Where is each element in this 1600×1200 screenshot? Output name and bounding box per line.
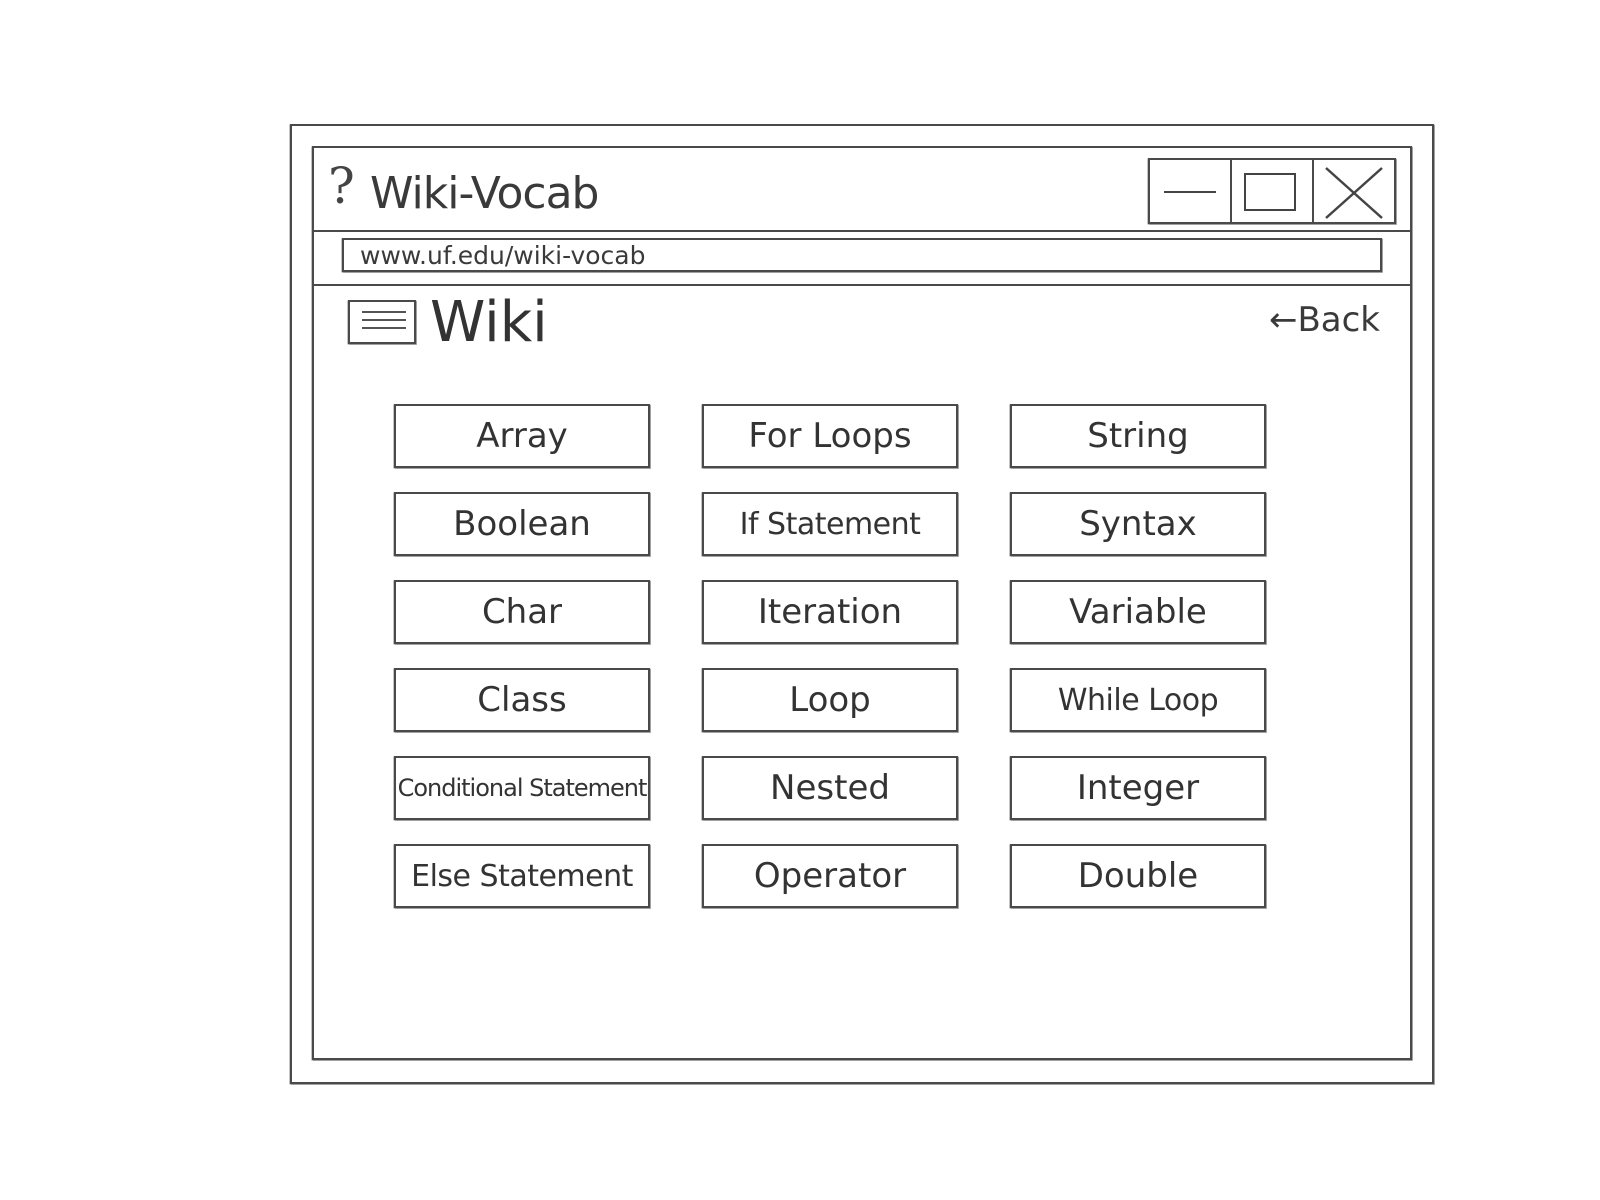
vocab-button-integer[interactable]: Integer — [1010, 756, 1266, 820]
address-bar[interactable]: www.uf.edu/wiki-vocab — [342, 238, 1382, 272]
menu-line — [362, 311, 406, 313]
close-button[interactable] — [1312, 160, 1394, 222]
page-title: Wiki — [430, 290, 548, 355]
minimize-button[interactable] — [1150, 160, 1230, 222]
browser-window: ? Wiki-Vocab www.uf.edu/wiki-vocab Wiki … — [312, 146, 1412, 1060]
maximize-button[interactable] — [1230, 160, 1312, 222]
title-bar: ? Wiki-Vocab — [314, 148, 1410, 232]
vocab-button-else-statement[interactable]: Else Statement — [394, 844, 650, 908]
minimize-icon — [1164, 191, 1216, 193]
window-title: Wiki-Vocab — [370, 168, 599, 219]
vocab-button-if-statement[interactable]: If Statement — [702, 492, 958, 556]
window-controls — [1148, 158, 1396, 224]
question-mark-icon[interactable]: ? — [328, 156, 355, 216]
vocab-button-class[interactable]: Class — [394, 668, 650, 732]
vocab-button-for-loops[interactable]: For Loops — [702, 404, 958, 468]
vocab-button-boolean[interactable]: Boolean — [394, 492, 650, 556]
menu-line — [362, 319, 406, 321]
vocab-grid: Array For Loops String Boolean If Statem… — [394, 404, 1266, 908]
url-text: www.uf.edu/wiki-vocab — [360, 241, 646, 270]
vocab-button-iteration[interactable]: Iteration — [702, 580, 958, 644]
maximize-icon — [1244, 173, 1296, 211]
vocab-button-array[interactable]: Array — [394, 404, 650, 468]
vocab-button-loop[interactable]: Loop — [702, 668, 958, 732]
back-link[interactable]: ←Back — [1269, 298, 1380, 342]
vocab-button-double[interactable]: Double — [1010, 844, 1266, 908]
hamburger-menu-icon[interactable] — [348, 300, 416, 344]
vocab-button-while-loop[interactable]: While Loop — [1010, 668, 1266, 732]
vocab-button-syntax[interactable]: Syntax — [1010, 492, 1266, 556]
vocab-button-variable[interactable]: Variable — [1010, 580, 1266, 644]
vocab-button-char[interactable]: Char — [394, 580, 650, 644]
vocab-button-operator[interactable]: Operator — [702, 844, 958, 908]
menu-line — [362, 327, 406, 329]
vocab-button-conditional-statement[interactable]: Conditional Statement — [394, 756, 650, 820]
close-icon — [1325, 167, 1383, 219]
address-divider — [314, 284, 1410, 286]
vocab-button-nested[interactable]: Nested — [702, 756, 958, 820]
vocab-button-string[interactable]: String — [1010, 404, 1266, 468]
